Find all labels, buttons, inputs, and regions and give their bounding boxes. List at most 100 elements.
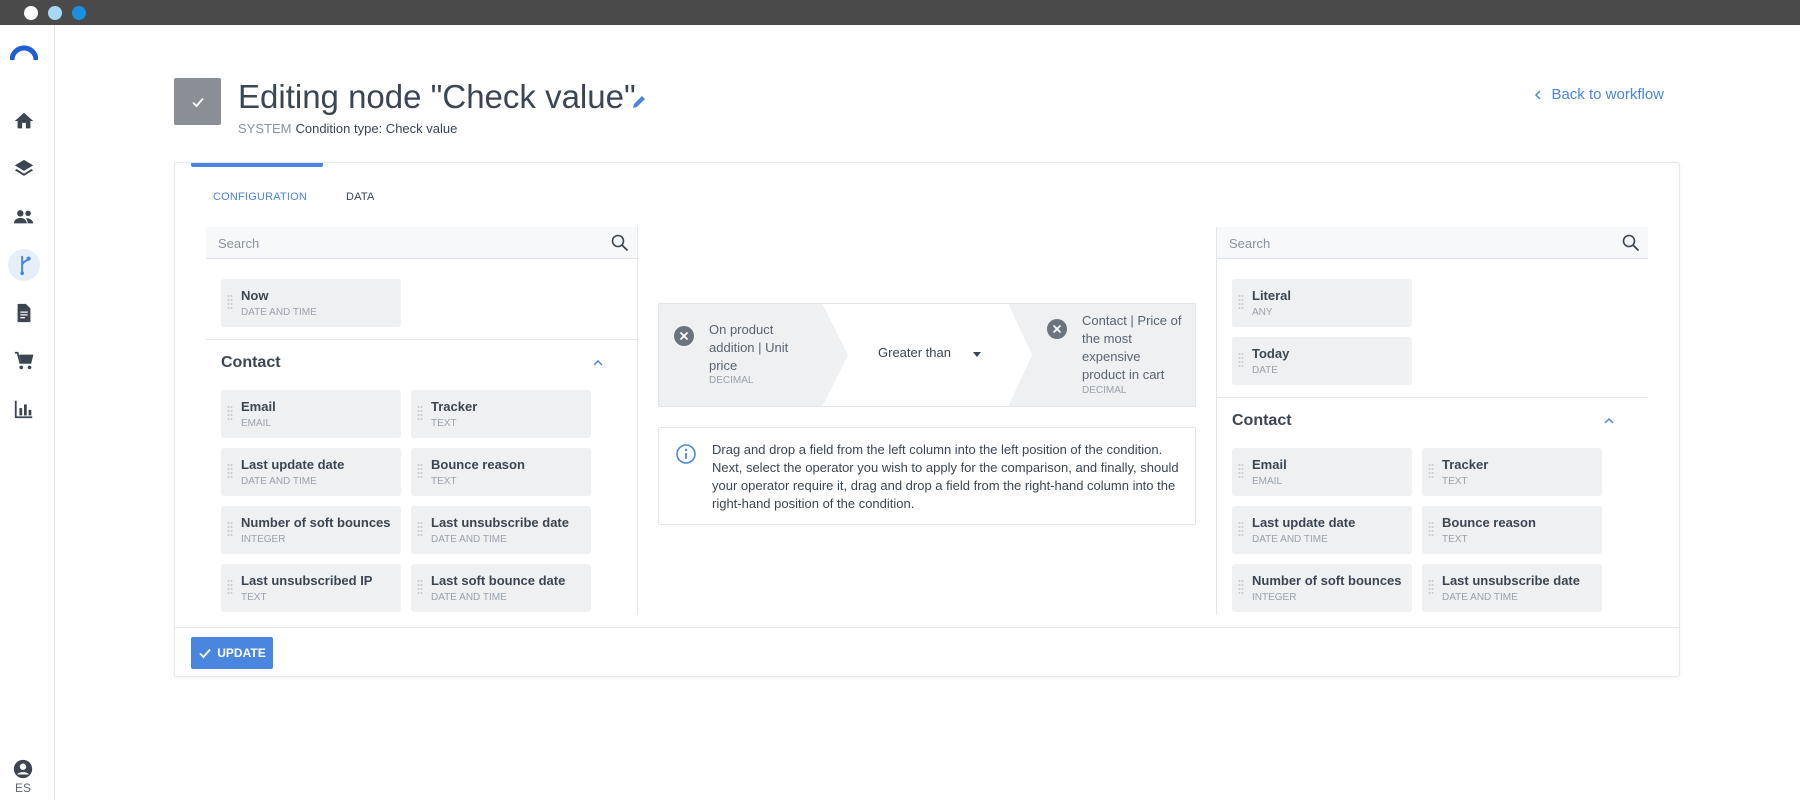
- back-to-workflow-link[interactable]: Back to workflow: [1533, 86, 1664, 103]
- field-type: TEXT: [431, 418, 457, 429]
- field-type: DATE AND TIME: [1252, 534, 1328, 545]
- operator-select[interactable]: Greater than: [878, 345, 951, 360]
- right-section-title: Contact: [1232, 412, 1292, 429]
- drag-handle-icon: [1238, 295, 1244, 309]
- field-name: Email: [241, 399, 276, 414]
- right-search-input[interactable]: [1229, 232, 1609, 254]
- right-field-type: DECIMAL: [1082, 385, 1127, 396]
- chevron-up-icon[interactable]: [591, 356, 605, 370]
- search-icon[interactable]: [610, 233, 630, 253]
- reports-icon: [14, 400, 33, 419]
- drag-handle-icon: [227, 580, 233, 594]
- field-type: ANY: [1252, 307, 1273, 318]
- field-name: Number of soft bounces: [241, 515, 391, 530]
- window-titlebar: [0, 0, 1800, 25]
- drag-handle-icon: [227, 406, 233, 420]
- user-menu[interactable]: ES: [0, 758, 46, 795]
- check-icon: [199, 648, 211, 659]
- field-chip[interactable]: Email EMAIL: [221, 390, 401, 438]
- field-chip[interactable]: Email EMAIL: [1232, 448, 1412, 496]
- left-section-title: Contact: [221, 354, 281, 371]
- left-search-box: [206, 227, 637, 259]
- field-chip[interactable]: Last soft bounce date DATE AND TIME: [411, 564, 591, 612]
- window-close-button[interactable]: [24, 6, 38, 20]
- field-chip[interactable]: Last update date DATE AND TIME: [221, 448, 401, 496]
- page-title: Editing node "Check value": [238, 78, 636, 115]
- remove-left-field-icon[interactable]: [674, 326, 694, 346]
- drag-handle-icon: [1428, 522, 1434, 536]
- field-type: DATE AND TIME: [241, 307, 317, 318]
- field-chip[interactable]: Now DATE AND TIME: [221, 279, 401, 327]
- window-maximize-button[interactable]: [72, 6, 86, 20]
- field-chip[interactable]: Last update date DATE AND TIME: [1232, 506, 1412, 554]
- field-chip[interactable]: Tracker TEXT: [411, 390, 591, 438]
- drag-handle-icon: [417, 464, 423, 478]
- field-type: TEXT: [241, 592, 267, 603]
- node-type-badge: [174, 78, 221, 125]
- workflow-icon: [20, 255, 31, 276]
- field-chip[interactable]: Tracker TEXT: [1422, 448, 1602, 496]
- chevron-up-icon[interactable]: [1602, 414, 1616, 428]
- field-name: Last update date: [241, 457, 345, 472]
- node-editor-card: CONFIGURATION DATA Now DATE AND TIME Con…: [174, 162, 1680, 677]
- left-field-type: DECIMAL: [709, 375, 754, 386]
- drag-handle-icon: [417, 406, 423, 420]
- sidebar-item-contacts[interactable]: [8, 201, 40, 233]
- field-type: INTEGER: [1252, 592, 1297, 603]
- field-name: Email: [1252, 457, 1287, 472]
- field-name: Today: [1252, 346, 1290, 361]
- section-divider: [206, 339, 637, 340]
- field-chip[interactable]: Literal ANY: [1232, 279, 1412, 327]
- field-chip[interactable]: Bounce reason TEXT: [411, 448, 591, 496]
- drag-handle-icon: [1428, 580, 1434, 594]
- info-text: Drag and drop a field from the left colu…: [712, 442, 1179, 511]
- field-type: DATE AND TIME: [431, 534, 507, 545]
- field-chip[interactable]: Today DATE: [1232, 337, 1412, 385]
- contacts-icon: [13, 210, 34, 224]
- field-type: TEXT: [1442, 534, 1468, 545]
- brand-logo-icon[interactable]: [10, 43, 38, 61]
- remove-right-field-icon[interactable]: [1047, 319, 1067, 339]
- sidebar-item-home[interactable]: [8, 105, 40, 137]
- field-name: Last update date: [1252, 515, 1356, 530]
- field-name: Tracker: [431, 399, 478, 414]
- sidebar-item-reports[interactable]: [8, 393, 40, 425]
- field-type: DATE AND TIME: [1442, 592, 1518, 603]
- field-name: Now: [241, 288, 269, 303]
- sidebar-item-documents[interactable]: [8, 297, 40, 329]
- field-name: Bounce reason: [431, 457, 525, 472]
- sidebar-item-workflows[interactable]: [8, 249, 40, 281]
- user-avatar-icon: [13, 759, 33, 779]
- field-chip[interactable]: Last unsubscribed IP TEXT: [221, 564, 401, 612]
- tab-data[interactable]: DATA: [346, 177, 375, 209]
- search-icon[interactable]: [1621, 233, 1641, 253]
- field-chip[interactable]: Number of soft bounces INTEGER: [1232, 564, 1412, 612]
- subtitle-system-label: SYSTEM: [238, 121, 292, 136]
- edit-pencil-icon[interactable]: [630, 93, 648, 111]
- left-field-line: price: [709, 358, 738, 373]
- chevron-left-icon: [1535, 89, 1541, 100]
- field-name: Tracker: [1442, 457, 1489, 472]
- field-chip[interactable]: Number of soft bounces INTEGER: [221, 506, 401, 554]
- field-chip[interactable]: Last unsubscribe date DATE AND TIME: [1422, 564, 1602, 612]
- sidebar-item-layers[interactable]: [8, 153, 40, 185]
- sidebar-item-cart[interactable]: [8, 345, 40, 377]
- left-field-line: On product: [709, 322, 774, 337]
- field-name: Last soft bounce date: [431, 573, 566, 588]
- field-chip[interactable]: Bounce reason TEXT: [1422, 506, 1602, 554]
- window-minimize-button[interactable]: [48, 6, 62, 20]
- drag-handle-icon: [1238, 353, 1244, 367]
- left-search-input[interactable]: [218, 232, 598, 254]
- field-type: EMAIL: [241, 418, 272, 429]
- drag-handle-icon: [227, 522, 233, 536]
- update-button[interactable]: UPDATE: [191, 637, 273, 669]
- field-chip[interactable]: Last unsubscribe date DATE AND TIME: [411, 506, 591, 554]
- caret-down-icon[interactable]: [972, 349, 982, 359]
- tab-configuration[interactable]: CONFIGURATION: [213, 177, 307, 209]
- left-field-label: On product addition | Unit price: [709, 321, 788, 375]
- drag-handle-icon: [227, 464, 233, 478]
- sidebar: ES: [0, 25, 55, 800]
- drag-handle-icon: [227, 295, 233, 309]
- drag-handle-icon: [1238, 464, 1244, 478]
- drag-handle-icon: [417, 522, 423, 536]
